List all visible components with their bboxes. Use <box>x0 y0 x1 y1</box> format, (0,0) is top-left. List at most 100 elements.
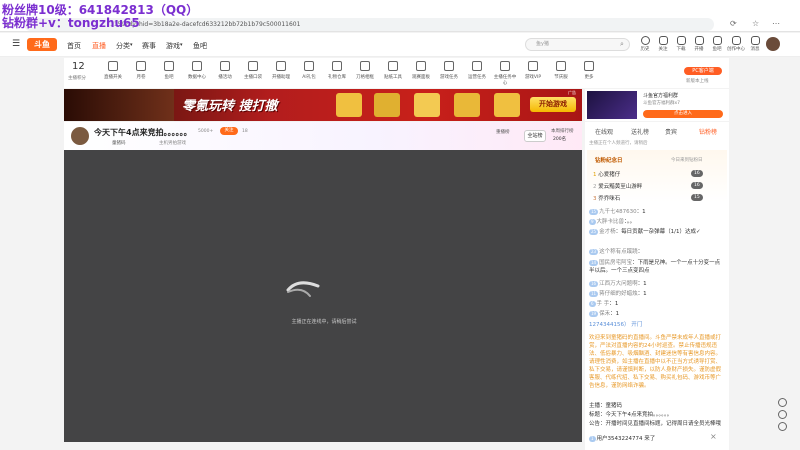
nav-home[interactable]: 首页 <box>67 41 81 51</box>
header-follow[interactable]: 关注 <box>654 36 672 52</box>
chat-message: 25 金才杨：每日贡献一杂弹幕（1/1）达成✓ <box>589 228 725 236</box>
close-icon[interactable]: × <box>710 432 717 441</box>
category-item[interactable]: 游戏VIP <box>520 61 546 80</box>
nav-events[interactable]: 赛事 <box>142 41 156 51</box>
video-player[interactable]: 主播正在连线中，请稍后尝试 <box>64 150 582 442</box>
pc-client-button[interactable]: PC客户端 <box>684 67 722 75</box>
category-icon <box>164 61 174 71</box>
bell-icon <box>750 36 760 45</box>
chat-username[interactable]: 保禾 <box>599 311 610 317</box>
category-item[interactable]: 礼物仓库 <box>324 61 350 80</box>
category-item[interactable]: 鱼吧 <box>156 61 182 80</box>
host-name[interactable]: 童猪码 <box>112 140 126 146</box>
search-icon[interactable]: ⌕ <box>620 40 624 49</box>
category-item[interactable]: AI礼包 <box>296 61 322 80</box>
settings-icon[interactable] <box>777 422 787 431</box>
category-item[interactable]: 更多 <box>576 61 602 80</box>
rank-row[interactable]: 3 乔乔咪石 <box>593 194 620 202</box>
category-label: 礼物仓库 <box>328 75 346 80</box>
category-label: 贴纸工具 <box>384 75 402 80</box>
reward-icon <box>494 93 520 117</box>
avatar[interactable] <box>766 37 780 51</box>
tab-fans[interactable]: 钻粉榜 <box>699 127 717 136</box>
start-game-button[interactable]: 开始游戏 <box>530 97 576 112</box>
category-label: AI礼包 <box>302 75 316 80</box>
chat-username[interactable]: 国民房宅阿宝 <box>599 260 632 266</box>
category-item[interactable]: 贴纸工具 <box>380 61 406 80</box>
category-item[interactable]: 刀格相框 <box>352 61 378 80</box>
nav-category[interactable]: 分类 <box>116 41 130 51</box>
weekly-rank-label: 本周排行榜 <box>551 129 574 134</box>
category-label: 月卷 <box>136 75 146 80</box>
nav-yuba[interactable]: 鱼吧 <box>193 41 207 51</box>
category-label: 主播任务中心 <box>493 75 517 86</box>
header-create[interactable]: 创作中心 <box>726 36 746 52</box>
host-avatar[interactable] <box>70 126 90 146</box>
weekly-rank-value[interactable]: 200名 <box>553 136 566 142</box>
panel-notice: 主播正在个人频道行，请稍后 <box>589 141 648 146</box>
chat-username[interactable]: 大胖卡比兽 <box>597 219 625 225</box>
header-message[interactable]: 消息 <box>746 36 764 52</box>
category-item[interactable]: 观赛面板 <box>408 61 434 80</box>
rank-name: 爱云黯黄至山游畔 <box>598 184 643 190</box>
enter-room-message: 1274344156） 开门 <box>589 322 643 328</box>
category-label: 播活动 <box>218 75 232 80</box>
rank-row[interactable]: 1 心爱猪仔 <box>593 170 620 178</box>
category-item[interactable]: 主播任务中心 <box>492 61 518 86</box>
tab-online[interactable]: 在线观 <box>595 127 613 136</box>
chat-username[interactable]: 金才杨 <box>599 229 616 235</box>
tab-gift[interactable]: 送礼榜 <box>631 127 649 136</box>
category-icon <box>332 61 342 71</box>
category-icon <box>276 61 286 71</box>
category-item[interactable]: 运营任务 <box>464 61 490 80</box>
fans-rank-box: 钻粉纪念日 今日来到钻粉日 1 心爱猪仔 16 2 爱云黯黄至山游畔 16 3 … <box>587 150 727 202</box>
chat-username[interactable]: 江西万大问题啊 <box>599 281 638 287</box>
chat-username[interactable]: 手 手 <box>597 301 610 307</box>
category-item[interactable]: 月卷 <box>128 61 154 80</box>
rank-number: 3 <box>593 196 597 202</box>
category-label: 数据中心 <box>188 75 206 80</box>
category-item[interactable]: 直播开关 <box>100 61 126 80</box>
category-item[interactable]: 开播助理 <box>268 61 294 80</box>
chat-text: 1 <box>615 311 620 317</box>
video-status: 主播正在连线中，请稍后尝试 <box>291 319 357 325</box>
feedback-icon[interactable] <box>777 410 787 419</box>
header-download[interactable]: 下载 <box>672 36 690 52</box>
menu-icon[interactable]: ⋯ <box>772 19 780 28</box>
world-rank-button[interactable]: 全站榜 <box>524 130 546 142</box>
ad-banner[interactable]: 零氪玩转 搜打撤 开始游戏 广告 <box>64 89 582 121</box>
header-golive[interactable]: 开播 <box>690 36 708 52</box>
refresh-icon[interactable] <box>777 398 787 407</box>
rank-row[interactable]: 2 爱云黯黄至山游畔 <box>593 182 642 190</box>
chat-username[interactable]: 九千七487630 <box>599 209 637 215</box>
category-item[interactable]: 主播口袋 <box>240 61 266 80</box>
nav-games[interactable]: 游戏 <box>166 41 180 51</box>
category-item[interactable]: 播活动 <box>212 61 238 80</box>
hamburger-menu-icon[interactable]: ☰ <box>12 39 20 49</box>
chat-text: 。。 <box>626 219 636 225</box>
tab-vip[interactable]: 贵宾 <box>665 127 677 136</box>
hot-rank[interactable]: 重播榜 <box>496 129 510 135</box>
category-item[interactable]: 节庆服 <box>548 61 574 80</box>
nav-live[interactable]: 直播 <box>92 41 106 51</box>
level-badge: 14 <box>589 259 599 266</box>
follow-button[interactable]: 关注 <box>220 127 238 135</box>
category-icon <box>500 61 510 71</box>
chat-username[interactable]: 蒋仔细的好蜡烛 <box>599 291 638 297</box>
room-header: 今天下午4点来竞拍。。。。。。 5000+ 关注 18 童猪码 主机男拍游戏 重… <box>64 122 582 150</box>
site-logo[interactable]: 斗鱼 <box>27 38 57 51</box>
category-icon <box>388 61 398 71</box>
header-history[interactable]: 历史 <box>636 36 654 52</box>
promo-card[interactable]: 斗鱼官方福利群 斗鱼官方福利群x7 点击进入 <box>585 89 729 121</box>
search-input[interactable]: 鱼y猪 <box>525 38 630 51</box>
category-item[interactable]: 游戏任务 <box>436 61 462 80</box>
refresh-icon[interactable]: ⟳ <box>730 19 737 28</box>
header-yuba[interactable]: 鱼吧 <box>708 36 726 52</box>
chat-separator: ： <box>637 249 644 255</box>
category-item[interactable]: 数据中心 <box>184 61 210 80</box>
room-category[interactable]: 主机男拍游戏 <box>159 140 186 146</box>
promo-enter-button[interactable]: 点击进入 <box>643 110 723 118</box>
bookmark-icon[interactable]: ☆ <box>752 19 759 28</box>
rank-number: 1 <box>593 172 597 178</box>
chat-username[interactable]: 这个称有点蹊跷 <box>599 249 638 255</box>
